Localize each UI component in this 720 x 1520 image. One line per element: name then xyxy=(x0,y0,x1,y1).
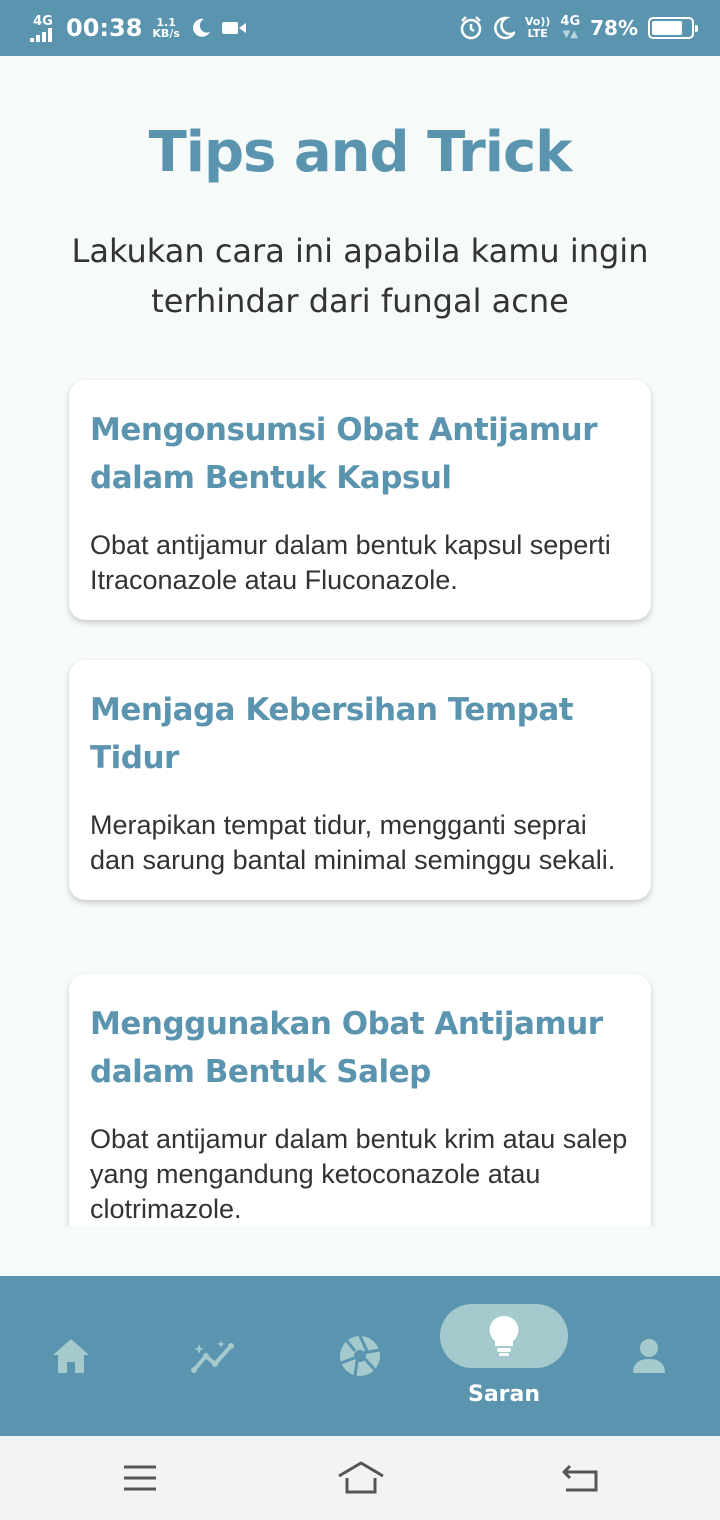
tip-body: Obat antijamur dalam bentuk kapsul seper… xyxy=(90,530,611,595)
tip-card[interactable]: Mengonsumsi Obat Antijamur dalam Bentuk … xyxy=(69,380,651,620)
battery-icon xyxy=(648,17,698,39)
page-subtitle: Lakukan cara ini apabila kamu ingin terh… xyxy=(71,232,649,320)
nav-saran-pill xyxy=(440,1303,568,1368)
back-icon xyxy=(562,1464,598,1492)
recent-apps-button[interactable] xyxy=(118,1458,162,1498)
page-title: Tips and Trick xyxy=(148,120,573,185)
nav-home[interactable] xyxy=(6,1276,136,1436)
moon-icon xyxy=(192,18,210,37)
battery-fill xyxy=(652,21,682,35)
nav-saran[interactable]: Saran xyxy=(439,1276,569,1436)
volte-bottom: LTE xyxy=(527,27,548,40)
nav-home-pill xyxy=(7,1324,135,1388)
nav-camera-pill xyxy=(296,1324,424,1388)
battery-percent: 78% xyxy=(590,16,638,40)
network-type-2: 4G ▼▲ xyxy=(560,14,581,40)
nav-camera[interactable] xyxy=(295,1276,425,1436)
tip-body: Merapikan tempat tidur, mengganti seprai… xyxy=(90,810,616,875)
volte-indicator: Vo)) LTE xyxy=(525,16,551,40)
home-icon xyxy=(53,1339,89,1373)
network-speed: 1.1 KB/s xyxy=(152,17,179,39)
nav-saran-label: Saran xyxy=(467,1381,541,1407)
trend-icon xyxy=(191,1340,234,1373)
home-button[interactable] xyxy=(336,1458,386,1498)
tip-title: Menggunakan Obat Antijamur dalam Bentuk … xyxy=(90,1006,603,1090)
person-icon xyxy=(633,1339,665,1373)
nav-trend[interactable] xyxy=(150,1276,280,1436)
status-bar: 4G 00:38 1.1 KB/s Vo)) LTE 4G ▼▲ 78% xyxy=(0,0,720,56)
aperture-icon xyxy=(340,1335,380,1377)
network-type-2-label: 4G xyxy=(560,14,581,29)
home-outline-icon xyxy=(338,1461,384,1494)
back-button[interactable] xyxy=(558,1458,602,1498)
tips-list[interactable]: Mengonsumsi Obat Antijamur dalam Bentuk … xyxy=(0,370,720,1226)
clock: 00:38 xyxy=(66,14,143,42)
alarm-icon xyxy=(460,16,482,40)
nav-profile[interactable] xyxy=(584,1276,714,1436)
lightbulb-icon xyxy=(489,1315,519,1356)
menu-icon xyxy=(124,1465,156,1491)
bottom-nav: Saran xyxy=(0,1276,720,1436)
speed-unit: KB/s xyxy=(152,27,180,40)
nav-profile-pill xyxy=(585,1324,713,1388)
nav-trend-pill xyxy=(151,1324,279,1388)
tip-card[interactable]: Menjaga Kebersihan Tempat Tidur Merapika… xyxy=(69,660,651,900)
tip-body: Obat antijamur dalam bentuk krim atau sa… xyxy=(90,1124,628,1224)
moon-icon xyxy=(494,16,515,40)
system-nav-bar xyxy=(0,1436,720,1520)
tip-card[interactable]: Menggunakan Obat Antijamur dalam Bentuk … xyxy=(69,974,651,1226)
signal-icon xyxy=(30,27,52,42)
tip-title: Menjaga Kebersihan Tempat Tidur xyxy=(90,692,574,776)
network-type-label: 4G xyxy=(33,13,53,29)
signal-indicator: 4G xyxy=(30,15,56,42)
status-right: Vo)) LTE 4G ▼▲ 78% xyxy=(459,14,698,41)
video-icon xyxy=(221,22,246,34)
status-left: 4G 00:38 1.1 KB/s xyxy=(30,14,246,42)
tip-title: Mengonsumsi Obat Antijamur dalam Bentuk … xyxy=(90,412,597,496)
